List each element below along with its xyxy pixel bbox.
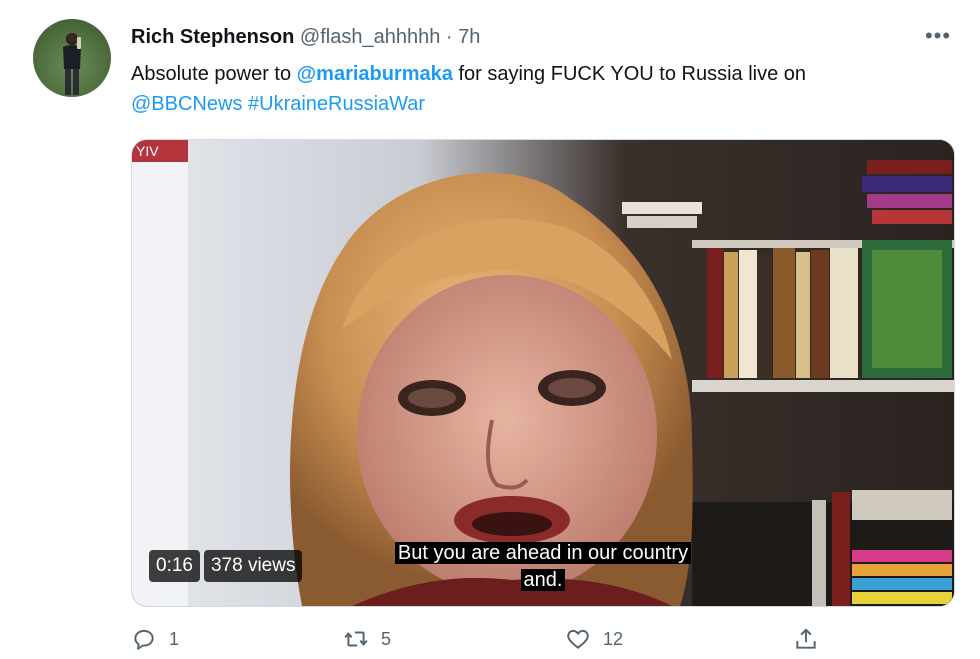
retweet-button[interactable]: 5	[343, 622, 391, 656]
share-button[interactable]	[793, 622, 819, 656]
separator-dot: ·	[445, 26, 453, 48]
video-duration: 0:16	[149, 550, 200, 582]
reply-button[interactable]: 1	[131, 622, 179, 656]
video-frame: YIV	[132, 140, 954, 606]
mention-bbcnews-link[interactable]: @BBCNews	[131, 93, 242, 115]
author-name[interactable]: Rich Stephenson	[131, 26, 294, 48]
tweet-text: Absolute power to @mariaburmaka for sayi…	[131, 59, 951, 119]
video-subtitle: But you are ahead in our country and.	[370, 540, 716, 594]
video-player[interactable]: YIV	[131, 139, 955, 607]
hashtag-link[interactable]: #UkraineRussiaWar	[248, 93, 425, 115]
subtitle-line-1: But you are ahead in our country	[394, 542, 692, 564]
retweet-count: 5	[381, 628, 392, 649]
like-icon	[567, 629, 589, 649]
more-icon[interactable]: •••	[922, 20, 954, 52]
author-handle[interactable]: @flash_ahhhhh	[300, 26, 440, 48]
share-icon	[796, 628, 816, 649]
video-info: 0:16 378 views	[149, 550, 303, 582]
subtitle-line-2: and.	[520, 569, 566, 591]
like-button[interactable]: 12	[565, 622, 623, 656]
tweet-actions: 1 5 12	[131, 622, 831, 656]
avatar-person-image	[63, 33, 81, 95]
tweet-card[interactable]: Rich Stephenson @flash_ahhhhh · 7h ••• A…	[0, 0, 980, 659]
tweet-text-part2: for saying FUCK YOU to Russia live on	[452, 63, 807, 85]
like-count: 12	[603, 628, 624, 649]
video-views: 378 views	[203, 550, 303, 582]
reply-icon	[134, 629, 154, 650]
tweet-text-part1: Absolute power to	[131, 63, 297, 85]
tweet-time[interactable]: 7h	[458, 26, 480, 48]
corner-logo-text: YIV	[136, 143, 159, 159]
retweet-icon	[344, 631, 368, 647]
avatar[interactable]	[33, 19, 111, 97]
tweet-header: Rich Stephenson @flash_ahhhhh · 7h	[131, 24, 480, 50]
mention-link[interactable]: @mariaburmaka	[297, 63, 453, 85]
reply-count: 1	[169, 628, 180, 649]
